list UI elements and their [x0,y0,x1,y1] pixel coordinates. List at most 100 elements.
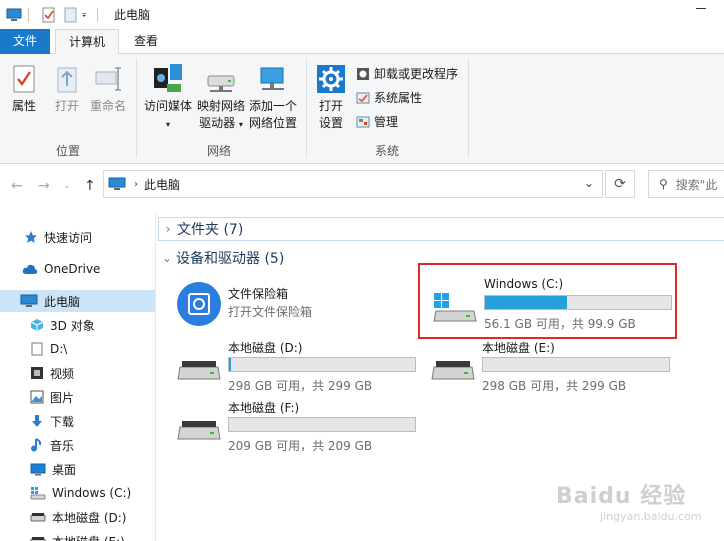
uninstall-button[interactable]: 卸载或更改程序 [356,64,458,84]
manage-label: 管理 [374,115,399,129]
sidebar-item-label: 本地磁盘 (D:) [52,510,127,525]
map-drive-button[interactable]: 映射网络 驱动器 ▾ [196,66,246,133]
tab-view[interactable]: 查看 [122,29,170,54]
folders-header-label: 文件夹 (7) [177,222,244,238]
uninstall-icon [357,68,369,80]
sidebar-item-3d-objects[interactable]: 3D 对象 [0,314,155,336]
map-drive-label-2: 驱动器 [199,116,236,130]
group-separator [306,58,307,158]
drive-item-d[interactable]: 本地磁盘 (D:) 298 GB 可用，共 299 GB [158,339,416,395]
rename-icon [95,67,121,91]
breadcrumb-separator-icon[interactable]: › [134,179,138,190]
sidebar-item-onedrive[interactable]: OneDrive [0,258,155,280]
properties-button[interactable]: 属性 [8,64,40,115]
sidebar-item-label: 视频 [50,366,75,381]
up-arrow-icon[interactable]: ↑ [84,178,96,194]
tab-computer[interactable]: 计算机 [55,29,119,55]
breadcrumb[interactable]: 此电脑 [144,176,180,193]
add-location-label-2: 网络位置 [248,116,297,130]
sidebar-item-videos[interactable]: 视频 [0,362,155,384]
drive-usage-fill [229,358,231,371]
network-drive-icon [207,75,235,92]
vault-name: 文件保险箱 [228,287,289,301]
ribbon: 属性 打开 重命名 位置 访问媒体 ▾ 映射网络 驱动器 ▾ 添加一个 网络位置… [0,54,724,164]
sidebar-item-local-d[interactable]: 本地磁盘 (D:) [0,506,155,528]
minimize-icon[interactable] [696,8,706,9]
highlight-box [418,263,677,339]
drive-name: 本地磁盘 (F:) [228,401,300,415]
dropdown-caret-icon: ▾ [238,120,243,129]
drive-usage-bar [482,357,670,372]
search-input[interactable]: ⚲ 搜索"此 [648,170,724,198]
sidebar-item-desktop[interactable]: 桌面 [0,458,155,480]
drive-item-e[interactable]: 本地磁盘 (E:) 298 GB 可用，共 299 GB [412,339,670,395]
sidebar-item-pictures[interactable]: 图片 [0,386,155,408]
drive-size: 298 GB 可用，共 299 GB [228,379,373,393]
sidebar-item-label: Windows (C:) [52,486,132,500]
open-settings-button[interactable]: 打开 设置 [312,64,350,132]
access-media-button[interactable]: 访问媒体 ▾ [142,62,194,132]
sidebar-item-label: 3D 对象 [50,318,95,333]
hard-drive-icon [30,537,46,541]
system-properties-icon [356,92,370,104]
folders-group-header[interactable]: › 文件夹 (7) [158,217,724,241]
devices-header-label: 设备和驱动器 (5) [176,251,285,267]
back-arrow-icon[interactable]: ← [11,178,23,194]
tab-file[interactable]: 文件 [0,29,50,54]
manage-icon [356,116,370,128]
separator [28,7,29,22]
add-location-label-1: 添加一个 [248,99,297,113]
forward-arrow-icon[interactable]: → [38,178,50,194]
group-network-label: 网络 [206,144,231,158]
separator [97,7,98,22]
sidebar-item-downloads[interactable]: 下载 [0,410,155,432]
star-icon [25,231,37,243]
open-label: 打开 [54,99,79,113]
manage-button[interactable]: 管理 [356,112,398,132]
sidebar-item-windows-c[interactable]: Windows (C:) [0,482,155,504]
group-location-label: 位置 [55,144,80,158]
address-bar[interactable]: › 此电脑 ⌄ [103,170,603,198]
search-placeholder: 搜索"此 [675,177,718,192]
hard-drive-icon [30,513,46,522]
properties-quick-icon[interactable] [41,7,57,23]
drive-item-f[interactable]: 本地磁盘 (F:) 209 GB 可用，共 209 GB [158,399,416,455]
properties-icon [13,65,35,93]
group-separator [468,58,469,158]
add-network-location-button[interactable]: 添加一个 网络位置 [248,66,298,132]
watermark-logo: Baidu 经验 [556,484,687,509]
sidebar-item-quick-access[interactable]: 快速访问 [0,226,155,248]
open-button[interactable]: 打开 [50,64,84,115]
drive-usage-bar [228,357,416,372]
system-properties-button[interactable]: 系统属性 [356,88,422,108]
dropdown-caret-icon: ▾ [165,120,170,129]
sidebar-item-label: 快速访问 [44,230,93,245]
new-folder-quick-icon[interactable] [63,7,79,23]
gear-icon [317,65,345,93]
file-vault-item[interactable]: 文件保险箱 打开文件保险箱 [158,279,408,335]
map-drive-label-1: 映射网络 [196,99,245,113]
address-dropdown-icon[interactable]: ⌄ [584,176,594,190]
recent-locations-icon[interactable]: ⌄ [63,181,71,191]
sidebar-item-music[interactable]: 音乐 [0,434,155,456]
navigation-bar: ← → ⌄ ↑ › 此电脑 ⌄ ⟳ ⚲ 搜索"此 [0,165,724,205]
sidebar-item-local-e[interactable]: 本地磁盘 (E:) [0,530,155,541]
drive-size: 298 GB 可用，共 299 GB [482,379,627,393]
open-settings-label-1: 打开 [318,99,343,113]
uninstall-label: 卸载或更改程序 [374,67,459,81]
sidebar-item-label: 本地磁盘 (E:) [52,533,125,541]
download-arrow-icon [32,415,42,427]
refresh-icon: ⟳ [614,176,626,192]
sidebar-item-this-pc[interactable]: 此电脑 [0,290,155,312]
network-location-icon [260,67,284,90]
refresh-button[interactable]: ⟳ [605,170,635,198]
computer-icon [6,8,22,21]
title-bar: 此电脑 [0,0,724,29]
sidebar-item-d-drive[interactable]: D:\ [0,338,155,360]
group-system-label: 系统 [374,144,399,158]
music-note-icon [31,438,42,452]
customize-dropdown-icon[interactable] [81,7,91,23]
sidebar-item-label: 音乐 [50,438,75,453]
rename-button[interactable]: 重命名 [88,64,128,115]
navigation-pane: 快速访问 OneDrive 此电脑 3D 对象 D:\ 视频 图片 下载 音乐 … [0,213,156,541]
